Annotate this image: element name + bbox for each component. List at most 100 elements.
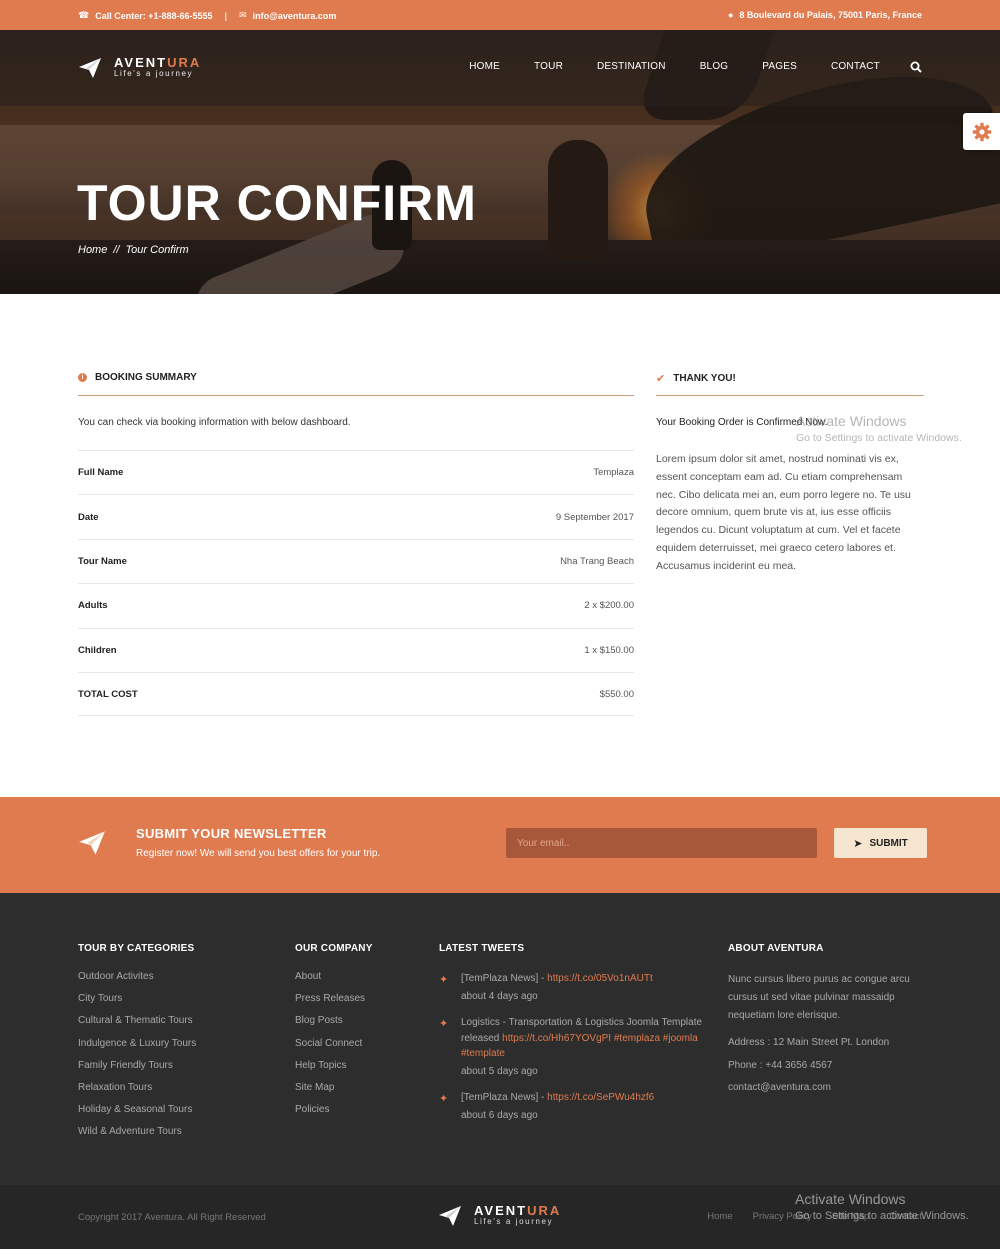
company-link[interactable]: Blog Posts (295, 1015, 373, 1037)
nav-contact[interactable]: CONTACT (831, 61, 880, 72)
row-value: 1 x $150.00 (584, 644, 634, 656)
footer-tweets-title: LATEST TWEETS (439, 943, 525, 954)
footer-logo-name-accent: URA (527, 1203, 562, 1218)
twitter-icon: ✦ (439, 974, 449, 986)
breadcrumb: Home // Tour Confirm (78, 244, 189, 256)
activate-windows-subtitle: Go to Settings to activate Windows. (796, 432, 962, 444)
paper-plane-icon (439, 1206, 461, 1226)
bottom-bar: Copyright 2017 Aventura. All Right Reser… (0, 1185, 1000, 1249)
thank-you-heading-underline (656, 395, 924, 396)
category-link[interactable]: Cultural & Thematic Tours (78, 1015, 196, 1037)
tweet-time: about 5 days ago (461, 1065, 538, 1077)
booking-row-tour-name: Tour Name Nha Trang Beach (78, 538, 634, 583)
activate-windows-title: Activate Windows (796, 413, 907, 429)
breadcrumb-separator: // (113, 244, 120, 256)
company-link[interactable]: Policies (295, 1104, 373, 1126)
company-link[interactable]: Press Releases (295, 993, 373, 1015)
envelope-icon: ✉ (239, 10, 247, 20)
footer-tweets: LATEST TWEETS ✦ [TemPlaza News] - https:… (439, 943, 711, 1134)
booking-heading-underline (78, 395, 634, 396)
row-label: Children (78, 644, 117, 656)
footer-categories-title: TOUR BY CATEGORIES (78, 943, 195, 954)
paper-plane-icon (79, 58, 101, 78)
nav-menu: HOME TOUR DESTINATION BLOG PAGES CONTACT (469, 61, 880, 72)
footer-about: ABOUT AVENTURA Nunc cursus libero purus … (728, 943, 928, 1104)
map-marker-icon: ● (727, 10, 734, 20)
category-link[interactable]: Relaxation Tours (78, 1082, 196, 1104)
twitter-icon: ✦ (439, 1093, 449, 1105)
nav-home[interactable]: HOME (469, 61, 500, 72)
newsletter-title: SUBMIT YOUR NEWSLETTER (136, 826, 327, 841)
thank-you-title: THANK YOU! (673, 373, 736, 384)
hero-banner: AVENTURA Life's a journey HOME TOUR DEST… (0, 30, 1000, 294)
thank-you-paragraph: Lorem ipsum dolor sit amet, nostrud nomi… (656, 453, 911, 572)
gear-icon (972, 122, 991, 141)
footer-address: Address : 12 Main Street Pt. London (728, 1037, 890, 1049)
footer-company-title: OUR COMPANY (295, 943, 373, 954)
site-logo[interactable]: AVENTURA Life's a journey (78, 55, 202, 79)
nav-blog[interactable]: BLOG (700, 61, 729, 72)
search-icon[interactable] (910, 61, 922, 73)
bottom-link-home[interactable]: Home (707, 1211, 732, 1222)
footer-phone: Phone : +44 3656 4567 (728, 1059, 833, 1071)
category-link[interactable]: Wild & Adventure Tours (78, 1126, 196, 1148)
newsletter-email-input[interactable] (506, 828, 817, 858)
twitter-icon: ✦ (439, 1018, 449, 1030)
newsletter-submit-button[interactable]: ➤ SUBMIT (834, 828, 927, 858)
footer-company: OUR COMPANY About Press Releases Blog Po… (295, 943, 373, 1126)
nav-tour[interactable]: TOUR (534, 61, 563, 72)
booking-row-adults: Adults 2 x $200.00 (78, 583, 634, 627)
footer-logo-name-main: AVENT (474, 1203, 528, 1218)
footer-about-text: Nunc cursus libero purus ac congue arcu … (728, 974, 910, 1021)
tweet-link[interactable]: https://t.co/SePWu4hzf6 (547, 1092, 654, 1103)
thank-you-heading: ✔ THANK YOU! (656, 372, 736, 385)
breadcrumb-home[interactable]: Home (78, 244, 107, 256)
address-text: 8 Boulevard du Palais, 75001 Paris, Fran… (739, 10, 922, 20)
settings-tab[interactable] (963, 113, 1000, 150)
tweet-item: ✦ [TemPlaza News] - https://t.co/SePWu4h… (439, 1090, 711, 1123)
copyright-text: Copyright 2017 Aventura. All Right Reser… (78, 1212, 266, 1223)
row-value: $550.00 (599, 688, 634, 700)
footer-categories: TOUR BY CATEGORIES Outdoor Activites Cit… (78, 943, 196, 1149)
tweet-time: about 4 days ago (461, 990, 538, 1002)
tweet-text: [TemPlaza News] - (461, 973, 548, 984)
row-label: Adults (78, 600, 108, 612)
company-link[interactable]: Site Map (295, 1082, 373, 1104)
row-value: Nha Trang Beach (560, 555, 634, 567)
call-center-text[interactable]: Call Center: +1-888-66-5555 (95, 11, 212, 21)
booking-row-total-cost: TOTAL COST $550.00 (78, 671, 634, 717)
category-link[interactable]: Outdoor Activites (78, 971, 196, 993)
email-link[interactable]: info@aventura.com (253, 11, 337, 21)
footer: TOUR BY CATEGORIES Outdoor Activites Cit… (0, 893, 1000, 1185)
company-link[interactable]: About (295, 971, 373, 993)
page-title: TOUR CONFIRM (77, 175, 477, 231)
phone-icon: ☎ (78, 10, 90, 20)
booking-description: You can check via booking information wi… (78, 417, 351, 428)
category-link[interactable]: Holiday & Seasonal Tours (78, 1104, 196, 1126)
row-label: Date (78, 511, 99, 523)
tweet-item: ✦ [TemPlaza News] - https://t.co/05Vo1nA… (439, 971, 711, 1004)
row-value: 9 September 2017 (555, 511, 634, 523)
footer-logo[interactable]: AVENTURA Life's a journey (438, 1203, 562, 1227)
paper-plane-icon (79, 831, 105, 855)
newsletter-section: SUBMIT YOUR NEWSLETTER Register now! We … (0, 797, 1000, 893)
nav-destination[interactable]: DESTINATION (597, 61, 666, 72)
newsletter-subtitle: Register now! We will send you best offe… (136, 848, 381, 859)
company-link[interactable]: Social Connect (295, 1038, 373, 1060)
booking-summary-heading: i BOOKING SUMMARY (78, 372, 197, 383)
activate-windows-title: Activate Windows (795, 1191, 906, 1207)
category-link[interactable]: Indulgence & Luxury Tours (78, 1038, 196, 1060)
logo-name: AVENTURA (114, 55, 202, 70)
main-nav: AVENTURA Life's a journey HOME TOUR DEST… (0, 30, 1000, 106)
category-link[interactable]: City Tours (78, 993, 196, 1015)
category-link[interactable]: Family Friendly Tours (78, 1060, 196, 1082)
company-link[interactable]: Help Topics (295, 1060, 373, 1082)
footer-logo-tagline: Life's a journey (474, 1217, 554, 1226)
check-icon: ✔ (656, 373, 666, 385)
tweet-link[interactable]: https://t.co/05Vo1nAUTt (547, 973, 653, 984)
footer-email[interactable]: contact@aventura.com (728, 1082, 928, 1104)
booking-row-date: Date 9 September 2017 (78, 494, 634, 538)
nav-pages[interactable]: PAGES (762, 61, 797, 72)
booking-row-full-name: Full Name Templaza (78, 450, 634, 494)
logo-name-accent: URA (167, 55, 202, 70)
